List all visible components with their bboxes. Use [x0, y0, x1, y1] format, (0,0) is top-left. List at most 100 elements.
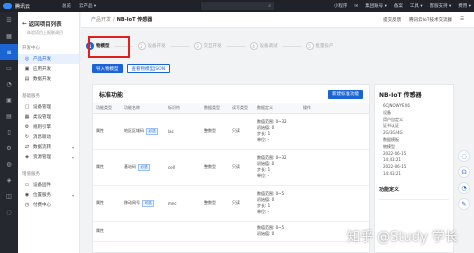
sidebar-item-label: 数据流转	[33, 145, 51, 150]
table-row[interactable]: 属性 地区区域码 必选 lac 整数型 只读 数值范围: 0~32 初始值: 0 …	[93, 113, 369, 150]
step-connector	[226, 45, 245, 47]
nav-billing[interactable]: 费用 ▾	[458, 3, 471, 9]
step-number: 4	[249, 42, 258, 50]
icon-rail: ☰ ▦ ≡ ▭ ◔ ▣ ▤ ▯ ⚙ ◍ ◈ ◫ ◌	[0, 12, 18, 253]
detail-model-type: 物模型	[383, 143, 395, 149]
sidebar-item-product-dev[interactable]: ◎ 产品开发	[18, 54, 79, 64]
def-unit: 单位: -	[257, 209, 270, 214]
gear-icon[interactable]: ⚙	[0, 140, 18, 156]
top-right-menu: 小程序 ✉ 集团账号 ▾ 备案 工具 ▾ 客服支持 ▾ 费用 ▾	[334, 0, 471, 12]
detail-updated-date: 2022-06-15	[383, 164, 407, 170]
step-device-debug[interactable]: 4 设备调试	[249, 42, 278, 50]
step-label: 批量投产	[315, 44, 334, 49]
gear-icon: ⚙	[24, 124, 30, 130]
step-number: 3	[193, 42, 202, 50]
step-interaction-dev[interactable]: 3 交互开发	[193, 42, 222, 50]
def-unit: 单位: -	[257, 173, 270, 178]
sidebar-item-label: 消息联动	[33, 135, 51, 140]
sidebar-item-firmware[interactable]: ▭ 设备固件	[18, 180, 79, 190]
def-initial: 初始值: 0	[257, 231, 275, 236]
edit-icon[interactable]: ✎	[458, 198, 470, 210]
step-number: 2	[137, 42, 146, 50]
brand-logo[interactable]: 腾讯云	[0, 3, 62, 10]
cell-rw: 只读	[229, 113, 254, 150]
sidebar-item-label: 资源管理	[33, 155, 51, 160]
sidebar-item-linkage[interactable]: ↻ 消息联动	[18, 132, 79, 142]
sidebar-item-label: 产品开发	[33, 57, 51, 62]
list-icon[interactable]: ≡	[0, 44, 18, 60]
clock-icon: ◷	[24, 202, 30, 208]
data-icon: ▤	[24, 76, 30, 82]
feedback-link[interactable]: 提交反馈	[383, 17, 401, 23]
required-badge: 必选	[146, 127, 159, 135]
group-value-services: 增值服务	[22, 172, 40, 177]
divider	[379, 198, 449, 200]
bell-icon[interactable]: ◍	[0, 156, 18, 172]
detail-product-id: 6CJNOWYEX6	[383, 103, 410, 108]
sidebar-item-data-flow[interactable]: ⇄ 数据流转 ▾	[18, 142, 79, 152]
col-def: 数据定义	[254, 103, 300, 114]
firmware-icon: ▭	[24, 182, 30, 188]
global-search[interactable]: ⌕	[201, 2, 274, 10]
cell-ops[interactable]	[300, 113, 369, 150]
community-link[interactable]: 腾讯云IoT技术交流群	[409, 17, 452, 23]
sidebar-item-billing[interactable]: ◷ 付费中心	[18, 200, 79, 210]
sidebar-item-label: 类设管理	[33, 115, 51, 120]
chat-icon[interactable]: ◌	[0, 204, 18, 220]
cell-type: 属性	[93, 221, 121, 242]
grid-icon[interactable]: ▦	[0, 28, 18, 44]
table-row[interactable]: 属性 基站码 必选 cell 整数型 只读 数值范围: 0~32 初始值: 0 步…	[93, 149, 369, 186]
sidebar-item-group-mgmt[interactable]: ▦ 类设管理	[18, 112, 79, 122]
target-icon: ◎	[24, 56, 30, 62]
import-model-button[interactable]: 导入物模型	[92, 64, 123, 73]
step-device-dev[interactable]: 2 设备开发	[137, 42, 166, 50]
sidebar-item-location[interactable]: ◉ 位置服务 ▾	[18, 190, 79, 200]
nav-tools[interactable]: 工具 ▾	[410, 3, 423, 9]
add-feature-button[interactable]: 新建标准功能	[328, 89, 363, 99]
box-icon[interactable]: ▣	[0, 92, 18, 108]
back-to-projects[interactable]: ← 返回项目列表	[18, 12, 79, 28]
chat-icon[interactable]: ◌	[458, 150, 470, 162]
shield-icon[interactable]: ◈	[0, 172, 18, 188]
table-row[interactable]: 属性 移动网号 可选 mnc 整数型 只读 数值范围: 0~5 初始值: 0 步长…	[93, 185, 369, 222]
group-dev-center: 开发中心	[22, 46, 40, 51]
card-icon[interactable]: ▭	[0, 60, 18, 76]
brand-name: 腾讯云	[15, 3, 31, 10]
mail-icon[interactable]: ✉	[354, 4, 358, 9]
nav-overview[interactable]: 总览	[62, 3, 71, 9]
card-title: 标准功能	[99, 91, 124, 99]
table-row[interactable]: 属性 数值范围: 0~5 初始值: 0	[93, 221, 369, 242]
cell-ops[interactable]	[300, 149, 369, 186]
cell-dtype	[201, 221, 229, 242]
feature-definition-heading: 功能定义	[379, 186, 400, 193]
nav-group-account[interactable]: 集团账号 ▾	[365, 3, 387, 9]
sidebar-item-resources[interactable]: ◈ 资源管理 ▾	[18, 152, 79, 162]
doc-icon[interactable]: ▯	[0, 124, 18, 140]
sidebar-item-device-mgmt[interactable]: ▢ 设备管理	[18, 102, 79, 112]
card-header: 标准功能 新建标准功能	[93, 85, 369, 103]
menu-icon[interactable]: ☰	[460, 17, 464, 23]
cell-id: cell	[165, 149, 201, 186]
breadcrumb-parent[interactable]: 产品开发	[91, 16, 111, 23]
sidebar-item-label: 应用开发	[33, 67, 51, 72]
cell-ops[interactable]	[300, 185, 369, 222]
nav-miniprogram[interactable]: 小程序	[334, 3, 348, 9]
nav-filing[interactable]: 备案	[394, 3, 403, 9]
sidebar-item-data-dev[interactable]: ▤ 数据开发	[18, 74, 79, 84]
menu-icon[interactable]: ☰	[0, 12, 18, 28]
page-title: NB-IoT 传感器	[116, 17, 153, 23]
chart-icon[interactable]: ▤	[0, 108, 18, 124]
nav-products[interactable]: 云产品 ▾	[79, 3, 96, 9]
cell-name: 移动网号 可选	[121, 185, 165, 222]
step-mass-production[interactable]: 5 批量投产	[305, 42, 334, 50]
layers-icon[interactable]: ◫	[0, 188, 18, 204]
cell-def: 数值范围: 0~5 初始值: 0 步长: 1 单位: -	[254, 185, 300, 222]
sidebar-item-rule-engine[interactable]: ⚙ 规则引擎	[18, 122, 79, 132]
sidebar-item-app-dev[interactable]: ▣ 应用开发	[18, 64, 79, 74]
headset-icon[interactable]: ☊	[458, 166, 470, 178]
user-icon[interactable]: ◔	[458, 182, 470, 194]
nav-support[interactable]: 客服支持 ▾	[430, 3, 452, 9]
view-json-button[interactable]: 查看物模型JSON	[126, 64, 171, 73]
user-icon[interactable]: ◔	[0, 76, 18, 92]
flow-icon: ⇄	[24, 144, 30, 150]
